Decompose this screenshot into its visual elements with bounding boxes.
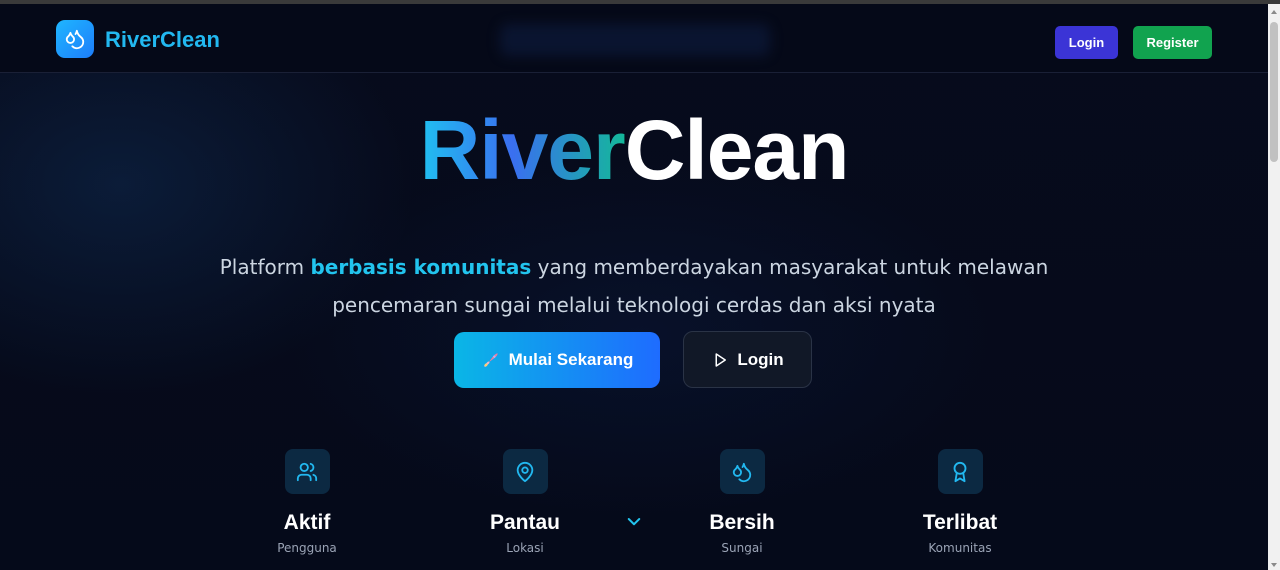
stat-subtitle: Komunitas: [928, 541, 992, 555]
scroll-down-arrow-icon[interactable]: [1271, 563, 1277, 567]
hero-description: Platform berbasis komunitas yang memberd…: [200, 248, 1068, 324]
rocket-icon: [483, 353, 498, 367]
hero-login-button[interactable]: Login: [683, 331, 812, 388]
nav-register-button[interactable]: Register: [1133, 26, 1212, 59]
stat-title: Bersih: [709, 511, 775, 534]
start-now-label: Mulai Sekarang: [508, 350, 634, 369]
stat-community: Terlibat Komunitas: [880, 449, 1040, 555]
stat-subtitle: Pengguna: [277, 541, 337, 555]
navbar: RiverClean Login Register: [0, 4, 1268, 73]
hero-desc-highlight: berbasis komunitas: [310, 255, 532, 279]
hero-desc-before: Platform: [219, 255, 311, 279]
nav-login-button[interactable]: Login: [1055, 26, 1118, 59]
play-icon: [715, 352, 727, 367]
droplets-icon: [65, 29, 85, 50]
map-pin-icon: [516, 461, 534, 482]
scrollbar-thumb[interactable]: [1270, 22, 1278, 162]
hero-title: RiverClean: [0, 100, 1268, 200]
stat-icon-box: [719, 449, 765, 494]
stat-subtitle: Sungai: [721, 541, 763, 555]
award-icon: [953, 461, 967, 482]
stat-users: Aktif Pengguna: [227, 449, 387, 555]
stat-icon-box: [284, 449, 330, 494]
hero-title-clean: Clean: [624, 103, 850, 197]
brand-logo[interactable]: [56, 20, 94, 58]
chevron-down-icon[interactable]: [623, 513, 645, 531]
stat-icon-box: [937, 449, 983, 494]
stat-title: Pantau: [489, 511, 560, 534]
stat-subtitle: Lokasi: [506, 541, 544, 555]
nav-glow: [500, 24, 770, 56]
stat-title: Terlibat: [922, 511, 998, 534]
scrollbar[interactable]: [1268, 4, 1280, 570]
users-icon: [296, 462, 318, 481]
stat-rivers: Bersih Sungai: [662, 449, 822, 555]
droplets-icon: [732, 462, 752, 482]
stat-icon-box: [502, 449, 548, 494]
hero-login-label: Login: [737, 349, 784, 369]
scroll-up-arrow-icon[interactable]: [1271, 10, 1277, 14]
stat-locations: Pantau Lokasi: [445, 449, 605, 555]
hero-title-river: River: [419, 103, 626, 197]
stat-title: Aktif: [283, 511, 331, 534]
start-now-button[interactable]: Mulai Sekarang: [454, 332, 660, 388]
brand-name[interactable]: RiverClean: [105, 27, 220, 53]
